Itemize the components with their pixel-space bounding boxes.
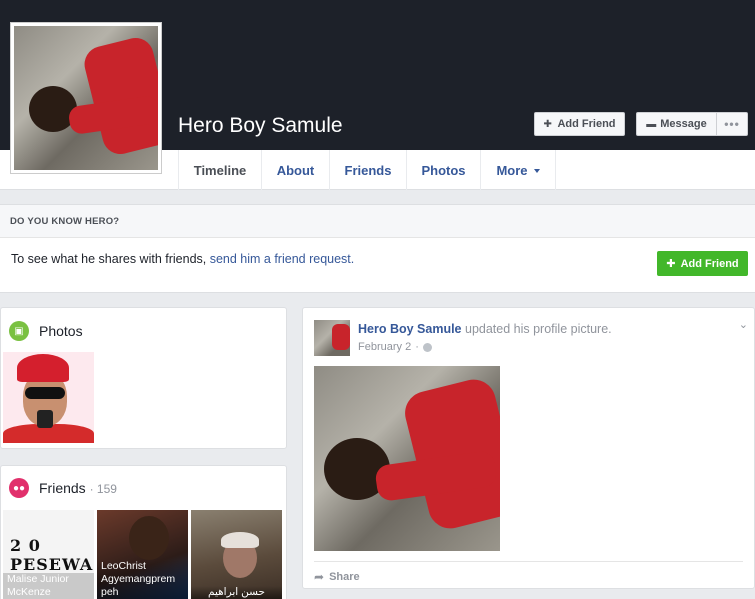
friends-card: ●● Friends · 159 2 0 PESEWAS Malise Juni… <box>0 465 287 599</box>
share-button[interactable]: ➦ Share <box>314 570 360 584</box>
post-avatar[interactable] <box>314 320 350 356</box>
caret-down-icon <box>533 169 540 173</box>
post-author[interactable]: Hero Boy Samule <box>358 322 462 336</box>
post-divider <box>314 561 743 562</box>
post-action: updated his profile picture. <box>465 322 612 336</box>
profile-name: Hero Boy Samule <box>178 114 343 137</box>
friend-tile[interactable]: 2 0 PESEWAS Malise Junior McKenze <box>3 510 94 599</box>
tab-friends[interactable]: Friends <box>329 150 406 190</box>
profile-picture[interactable] <box>10 22 162 174</box>
friends-icon: ●● <box>9 478 29 498</box>
post-image[interactable] <box>314 366 500 551</box>
do-you-know-heading: DO YOU KNOW HERO? <box>0 205 755 238</box>
do-you-know-prefix: To see what he shares with friends, <box>11 252 210 266</box>
more-options-button[interactable]: ••• <box>716 112 748 136</box>
add-friend-green-button[interactable]: ✚ Add Friend <box>657 251 748 276</box>
tab-timeline[interactable]: Timeline <box>178 150 261 190</box>
profile-picture-image <box>14 26 158 170</box>
friend-name: حسن ابراهيم <box>191 586 282 599</box>
share-icon: ➦ <box>314 570 325 584</box>
tab-about[interactable]: About <box>261 150 329 190</box>
post-date[interactable]: February 2 <box>358 341 411 353</box>
add-friend-button[interactable]: ✚ Add Friend <box>534 112 625 136</box>
photos-card: ▣ Photos <box>0 307 287 449</box>
photos-icon: ▣ <box>9 321 29 341</box>
photos-title[interactable]: Photos <box>39 323 83 339</box>
message-button[interactable]: ▬ Message <box>636 112 716 136</box>
add-friend-green-label: Add Friend <box>680 257 739 270</box>
tab-more[interactable]: More <box>480 150 556 190</box>
photo-thumbnail[interactable] <box>3 352 94 443</box>
friends-title[interactable]: Friends · 159 <box>39 480 117 496</box>
message-label: Message <box>660 118 707 130</box>
message-icon: ▬ <box>646 118 657 130</box>
friend-tile[interactable]: LeoChrist Agyemangprem peh <box>97 510 188 599</box>
post-meta: February 2 · <box>358 341 432 353</box>
friends-count: 159 <box>96 482 117 496</box>
chevron-down-icon[interactable]: ⌄ <box>739 318 748 331</box>
do-you-know-box: DO YOU KNOW HERO? To see what he shares … <box>0 204 755 293</box>
more-dots-icon: ••• <box>724 117 740 131</box>
friend-image-text: 2 0 PESEWAS <box>10 536 94 574</box>
share-label: Share <box>329 571 360 583</box>
friend-name: Malise Junior McKenze <box>3 573 94 599</box>
add-friend-label: Add Friend <box>557 118 616 130</box>
friend-name: LeoChrist Agyemangprem peh <box>97 560 188 599</box>
do-you-know-text: To see what he shares with friends, send… <box>11 252 354 266</box>
add-friend-green-icon: ✚ <box>666 258 676 270</box>
tab-photos[interactable]: Photos <box>406 150 480 190</box>
friend-request-link[interactable]: send him a friend request. <box>210 252 355 266</box>
post-header: Hero Boy Samule updated his profile pict… <box>358 322 612 336</box>
friends-title-label: Friends <box>39 480 86 496</box>
tab-more-label: More <box>496 162 528 178</box>
timeline-post: Hero Boy Samule updated his profile pict… <box>302 307 755 589</box>
add-friend-icon: ✚ <box>543 118 552 130</box>
globe-icon <box>422 342 432 352</box>
friend-tile[interactable]: حسن ابراهيم <box>191 510 282 599</box>
